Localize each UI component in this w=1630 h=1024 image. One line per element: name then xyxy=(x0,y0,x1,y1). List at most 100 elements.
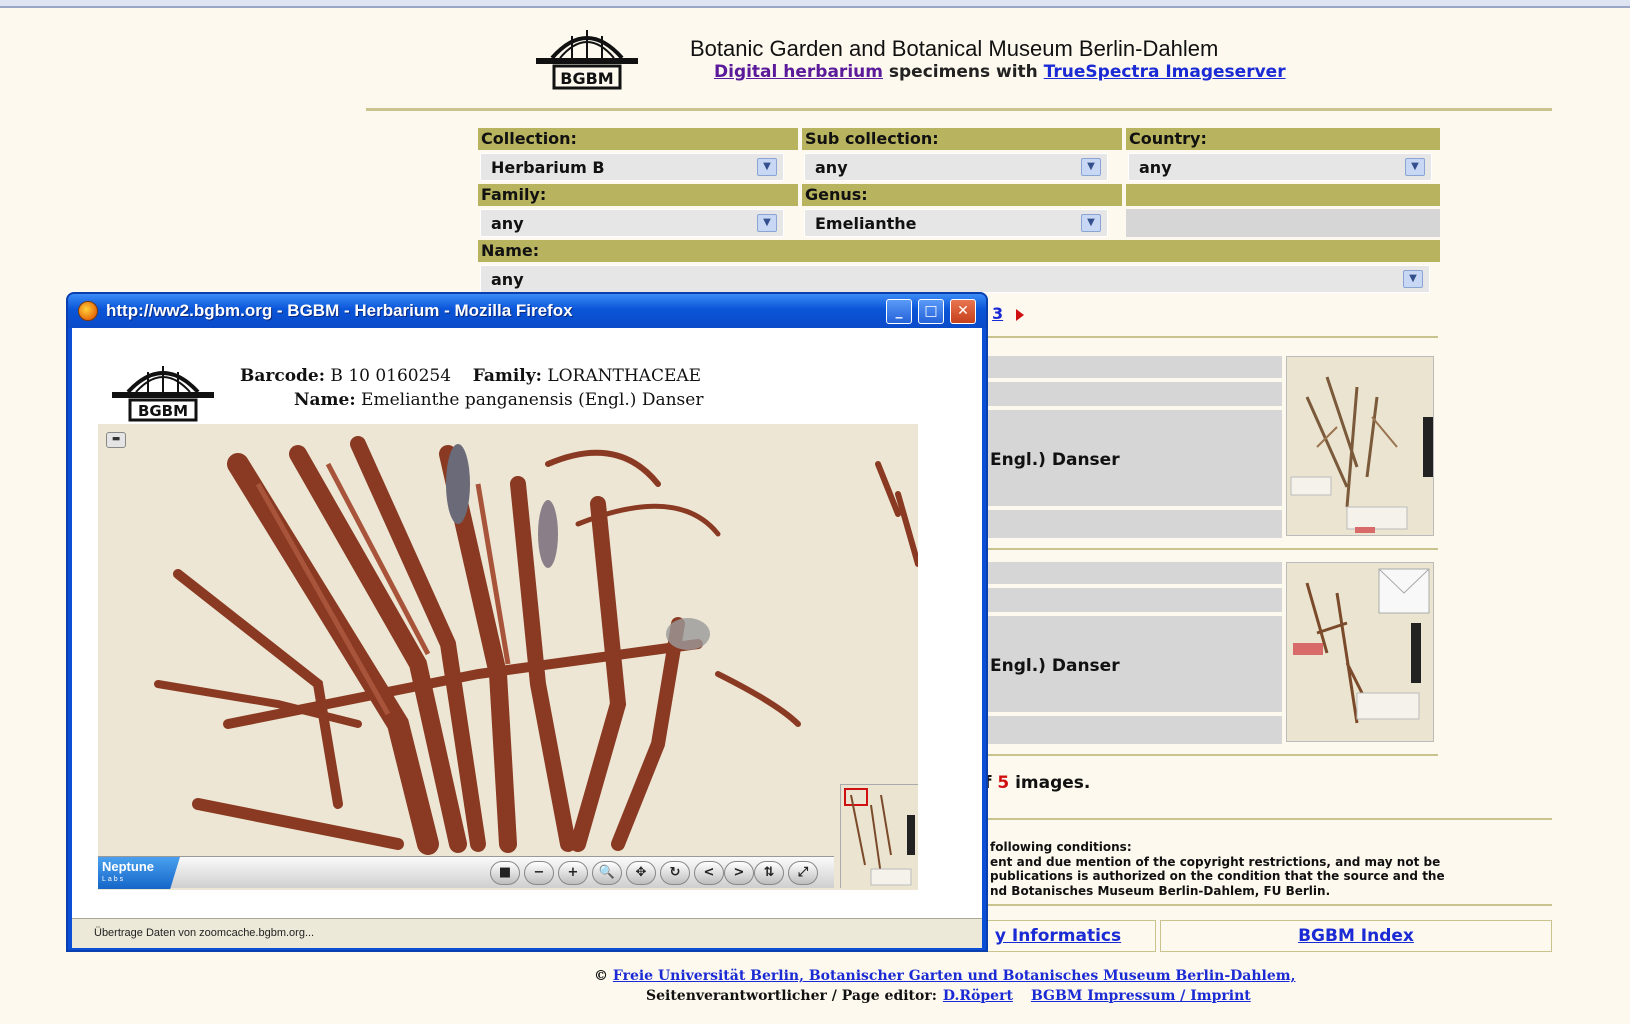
conditions-line: publications is authorized on the condit… xyxy=(990,869,1445,883)
window-titlebar[interactable]: http://ww2.bgbm.org - BGBM - Herbarium -… xyxy=(68,294,986,328)
neptune-brand: Neptune xyxy=(102,859,154,874)
neptune-labs-logo: Neptune Labs xyxy=(98,857,180,889)
country-label: Country: xyxy=(1126,128,1440,150)
editor-link[interactable]: D.Röpert xyxy=(943,988,1013,1004)
svg-text:BGBM: BGBM xyxy=(560,69,613,88)
firefox-popup-window[interactable]: http://ww2.bgbm.org - BGBM - Herbarium -… xyxy=(66,292,988,952)
digital-herbarium-link[interactable]: Digital herbarium xyxy=(714,62,883,82)
family-value: LORANTHACEAE xyxy=(547,366,702,386)
subcollection-select[interactable]: any ▼ xyxy=(804,153,1108,181)
zoom-image-viewer[interactable]: ▬ Neptune Labs ■ − + 🔍 ✥ ↻ < > ⇅ ⤢ xyxy=(98,424,918,890)
collapse-icon[interactable]: ▬ xyxy=(106,432,126,448)
copyright-symbol: © xyxy=(594,968,608,984)
collection-label: Collection: xyxy=(478,128,798,150)
count-number: 5 xyxy=(997,773,1010,793)
stop-icon[interactable]: ■ xyxy=(490,861,520,885)
subcollection-value: any xyxy=(815,158,848,177)
chevron-down-icon[interactable]: ▼ xyxy=(1403,270,1423,288)
chevron-down-icon[interactable]: ▼ xyxy=(1081,214,1101,232)
conditions-line: following conditions: xyxy=(990,840,1132,854)
name-select[interactable]: any ▼ xyxy=(480,265,1430,293)
specimen-thumbnail-1[interactable] xyxy=(1286,356,1434,536)
specimen-thumbnail-2[interactable] xyxy=(1286,562,1434,742)
zoom-in-icon[interactable]: + xyxy=(558,861,588,885)
subcollection-label: Sub collection: xyxy=(802,128,1122,150)
family-value: any xyxy=(491,214,524,233)
nav-informatics-cell: y Informatics xyxy=(960,920,1156,952)
popup-content: BGBM Barcode: B 10 0160254 Family: LORAN… xyxy=(72,328,982,918)
svg-text:BGBM: BGBM xyxy=(138,402,188,420)
rotate-icon[interactable]: ↻ xyxy=(660,861,690,885)
adjust-icon[interactable]: ⇅ xyxy=(754,861,784,885)
genus-select[interactable]: Emelianthe ▼ xyxy=(804,209,1108,237)
name-value: any xyxy=(491,270,524,289)
fullscreen-icon[interactable]: ⤢ xyxy=(788,861,818,885)
navigator-thumbnail[interactable] xyxy=(840,784,918,889)
next-arrow-icon[interactable] xyxy=(1016,309,1024,321)
result-row-band xyxy=(960,356,1282,378)
imprint-link[interactable]: BGBM Impressum / Imprint xyxy=(1031,988,1251,1004)
chevron-down-icon[interactable]: ▼ xyxy=(757,214,777,232)
nav-index-cell: BGBM Index xyxy=(1160,920,1552,952)
name-label: Name: xyxy=(294,390,356,410)
next-icon[interactable]: > xyxy=(724,861,754,885)
conditions-line: nd Botanisches Museum Berlin-Dahlem, FU … xyxy=(990,883,1331,898)
previous-icon[interactable]: < xyxy=(694,861,724,885)
name-label: Name: xyxy=(478,240,1440,262)
neptune-sub: Labs xyxy=(102,876,126,883)
minimize-icon[interactable]: _ xyxy=(886,299,912,324)
empty-cell xyxy=(1126,209,1440,237)
window-title: http://ww2.bgbm.org - BGBM - Herbarium -… xyxy=(106,301,573,320)
bgbm-index-link[interactable]: BGBM Index xyxy=(1298,926,1414,946)
genus-value: Emelianthe xyxy=(815,214,917,233)
nav-divider xyxy=(960,904,1552,906)
result-row-band xyxy=(960,562,1282,584)
result-2-name: Engl.) Danser xyxy=(990,656,1120,676)
collection-select[interactable]: Herbarium B ▼ xyxy=(480,153,784,181)
bgbm-logo: BGBM xyxy=(112,366,214,422)
family-label: Family: xyxy=(478,184,798,206)
result-row-band xyxy=(960,716,1282,744)
result-row-band xyxy=(960,510,1282,538)
collection-value: Herbarium B xyxy=(491,158,605,177)
barcode-label: Barcode: xyxy=(240,366,326,386)
pager-link[interactable]: 3 xyxy=(992,304,1003,323)
count-suffix: images. xyxy=(1009,773,1091,793)
subtitle-middle-text: specimens with xyxy=(882,62,1044,82)
result-row-band xyxy=(960,382,1282,406)
editor-label: Seitenverantwortlicher / Page editor: xyxy=(646,988,937,1004)
bgbm-logo: BGBM xyxy=(536,30,638,90)
usage-conditions: following conditions: ent and due mentio… xyxy=(990,840,1550,898)
chevron-down-icon[interactable]: ▼ xyxy=(1405,158,1425,176)
magnifier-icon[interactable]: 🔍 xyxy=(592,861,622,885)
genus-label: Genus: xyxy=(802,184,1122,206)
status-bar: Übertrage Daten von zoomcache.bgbm.org..… xyxy=(72,918,982,948)
family-select[interactable]: any ▼ xyxy=(480,209,784,237)
firefox-icon xyxy=(78,301,98,321)
footer-editor: Seitenverantwortlicher / Page editor: D.R… xyxy=(646,988,1251,1004)
chevron-down-icon[interactable]: ▼ xyxy=(1081,158,1101,176)
site-subtitle: Digital herbarium specimens with TrueSpe… xyxy=(714,62,1286,82)
name-value: Emelianthe panganensis (Engl.) Danser xyxy=(361,390,704,410)
family-label: Family: xyxy=(472,366,542,386)
conditions-divider xyxy=(960,818,1552,820)
truespectra-link[interactable]: TrueSpectra Imageserver xyxy=(1044,62,1286,82)
result-row-band xyxy=(960,588,1282,612)
image-count: f 5 images. xyxy=(984,773,1090,793)
maximize-icon[interactable]: □ xyxy=(918,299,944,324)
results-divider xyxy=(960,336,1438,338)
fu-berlin-link[interactable]: Freie Universität Berlin, Botanischer Ga… xyxy=(613,968,1296,984)
results-divider xyxy=(960,754,1438,756)
results-divider xyxy=(960,548,1438,550)
conditions-line: ent and due mention of the copyright res… xyxy=(990,854,1441,869)
pan-icon[interactable]: ✥ xyxy=(626,861,656,885)
header-divider xyxy=(366,108,1552,111)
close-icon[interactable]: ✕ xyxy=(950,299,976,324)
zoom-out-icon[interactable]: − xyxy=(524,861,554,885)
informatics-link[interactable]: y Informatics xyxy=(995,926,1121,946)
result-1-name: Engl.) Danser xyxy=(990,450,1120,470)
country-select[interactable]: any ▼ xyxy=(1128,153,1432,181)
empty-label-cell xyxy=(1126,184,1440,206)
specimen-image[interactable] xyxy=(98,424,918,890)
chevron-down-icon[interactable]: ▼ xyxy=(757,158,777,176)
